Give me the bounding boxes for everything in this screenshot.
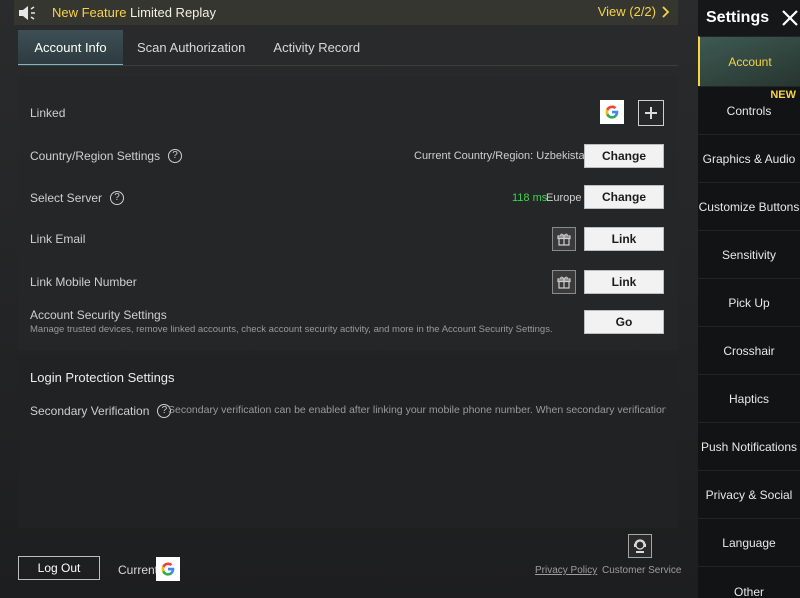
secondary-verification-label: Secondary Verification ? bbox=[30, 404, 172, 418]
sidebar-item-language[interactable]: Language bbox=[698, 518, 800, 566]
current-account-label: Current bbox=[118, 563, 159, 577]
sidebar-item-graphics-audio[interactable]: Graphics & Audio bbox=[698, 134, 800, 182]
current-google-account bbox=[156, 557, 180, 581]
sidebar-item-customize-buttons[interactable]: Customize Buttons bbox=[698, 182, 800, 230]
new-badge: NEW bbox=[770, 89, 796, 101]
sidebar-item-haptics[interactable]: Haptics bbox=[698, 374, 800, 422]
login-protection-title: Login Protection Settings bbox=[30, 370, 175, 385]
google-icon bbox=[605, 105, 619, 119]
sidebar-item-privacy-social[interactable]: Privacy & Social bbox=[698, 470, 800, 518]
account-security-label: Account Security Settings bbox=[30, 308, 167, 322]
link-mobile-button[interactable]: Link bbox=[584, 270, 664, 294]
help-icon[interactable]: ? bbox=[168, 149, 183, 163]
add-link-button[interactable] bbox=[638, 100, 664, 126]
google-icon bbox=[161, 562, 175, 576]
sidebar-item-push-notifications[interactable]: Push Notifications bbox=[698, 422, 800, 470]
secondary-verification-label-text: Secondary Verification bbox=[30, 404, 150, 418]
account-tabs: Account Info Scan Authorization Activity… bbox=[18, 30, 374, 66]
settings-title: Settings bbox=[706, 9, 770, 26]
settings-sidebar: Settings Account NEW Controls Graphics &… bbox=[698, 0, 800, 598]
log-out-button[interactable]: Log Out bbox=[18, 556, 100, 580]
select-server-label: Select Server ? bbox=[30, 191, 125, 205]
banner-title-highlight: New Feature bbox=[52, 5, 127, 20]
link-mobile-label: Link Mobile Number bbox=[30, 275, 137, 289]
select-server-label-text: Select Server bbox=[30, 191, 103, 205]
sidebar-item-sensitivity[interactable]: Sensitivity bbox=[698, 230, 800, 278]
linked-google-button[interactable] bbox=[600, 100, 624, 124]
help-icon[interactable]: ? bbox=[110, 191, 125, 205]
gift-icon bbox=[552, 270, 576, 294]
privacy-policy-link[interactable]: Privacy Policy bbox=[535, 565, 597, 576]
announcement-banner[interactable]: New Feature Limited Replay View (2/2) bbox=[14, 0, 678, 25]
link-mobile-label-text: Link Mobile Number bbox=[30, 275, 137, 289]
banner-view-link[interactable]: View (2/2) bbox=[598, 4, 670, 19]
country-region-label-text: Country/Region Settings bbox=[30, 149, 161, 163]
secondary-verification-description: Secondary verification can be enabled af… bbox=[168, 404, 666, 416]
banner-title: New Feature Limited Replay bbox=[52, 5, 216, 20]
sidebar-item-controls-label: Controls bbox=[726, 103, 772, 118]
banner-view-label: View (2/2) bbox=[597, 4, 656, 19]
account-security-description: Manage trusted devices, remove linked ac… bbox=[30, 324, 553, 335]
country-change-button[interactable]: Change bbox=[584, 144, 664, 168]
sidebar-item-crosshair[interactable]: Crosshair bbox=[698, 326, 800, 374]
account-security-go-button[interactable]: Go bbox=[584, 310, 664, 334]
current-country-text: Current Country/Region: Uzbekistan bbox=[414, 150, 591, 162]
sidebar-header: Settings bbox=[698, 0, 800, 36]
linked-label-text: Linked bbox=[30, 106, 66, 120]
sidebar-item-pick-up[interactable]: Pick Up bbox=[698, 278, 800, 326]
tab-scan-authorization[interactable]: Scan Authorization bbox=[123, 30, 259, 66]
link-email-button[interactable]: Link bbox=[584, 227, 664, 251]
gift-icon bbox=[552, 227, 576, 251]
speaker-icon bbox=[14, 0, 42, 25]
plus-icon bbox=[645, 107, 657, 119]
link-email-label-text: Link Email bbox=[30, 232, 86, 246]
tab-account-info[interactable]: Account Info bbox=[18, 30, 123, 66]
server-change-button[interactable]: Change bbox=[584, 185, 664, 209]
country-region-label: Country/Region Settings ? bbox=[30, 149, 183, 163]
tab-divider bbox=[18, 65, 678, 66]
account-security-label-text: Account Security Settings bbox=[30, 308, 167, 322]
close-icon[interactable] bbox=[781, 9, 799, 27]
sidebar-item-account[interactable]: Account bbox=[698, 36, 800, 86]
server-region: Europe bbox=[546, 192, 582, 204]
linked-label: Linked bbox=[30, 106, 65, 120]
banner-title-rest: Limited Replay bbox=[126, 5, 217, 20]
customer-service-icon[interactable] bbox=[628, 534, 652, 558]
link-email-label: Link Email bbox=[30, 232, 85, 246]
sidebar-item-controls[interactable]: NEW Controls bbox=[698, 86, 800, 134]
sidebar-item-other[interactable]: Other bbox=[698, 566, 800, 598]
chevron-right-icon bbox=[662, 5, 670, 18]
tab-activity-record[interactable]: Activity Record bbox=[259, 30, 374, 66]
customer-service-link[interactable]: Customer Service bbox=[602, 565, 681, 576]
server-ping: 118 ms bbox=[512, 192, 548, 204]
